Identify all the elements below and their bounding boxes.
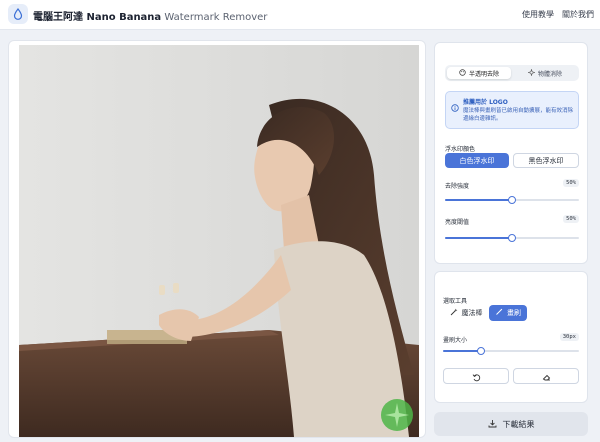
brush-icon [495, 308, 503, 318]
app-title-brand: 電腦王阿達 Nano Banana [33, 12, 162, 23]
brush-size-slider[interactable] [443, 347, 579, 355]
strength-value: 50% [563, 179, 579, 187]
droplet-logo-icon [8, 4, 28, 24]
eraser-button[interactable] [513, 368, 579, 384]
undo-button[interactable] [443, 368, 509, 384]
selection-tools-panel: 選取工具 魔法棒 畫刷 畫刷大小 30px [434, 271, 588, 403]
brightness-slider-thumb[interactable] [508, 234, 516, 242]
info-body: 魔法棒與畫刷皆已啟用自動擴展，能有效消除邊緣白邊雜訊。 [463, 108, 574, 122]
app-title: 電腦王阿達 Nano Banana Watermark Remover [33, 8, 267, 23]
tab-label: 半透明去除 [468, 70, 499, 78]
brightness-threshold-value: 50% [563, 215, 579, 223]
tab-object-remove[interactable]: 物體消除 [513, 67, 577, 79]
brush-size-label: 畫刷大小 [443, 337, 468, 344]
info-title: 推薦用於 LOGO [463, 99, 508, 106]
info-icon [451, 97, 459, 116]
selection-tool-label: 選取工具 [443, 298, 468, 305]
removal-settings-panel: 半透明去除 物體消除 推薦用於 LOGO 魔法棒與畫刷皆已啟用自動擴展，能有效消… [434, 42, 588, 264]
download-icon [488, 419, 497, 430]
white-watermark-button[interactable]: 白色浮水印 [445, 153, 509, 168]
watermark-color-label: 浮水印顏色 [445, 146, 476, 153]
magic-wand-icon [450, 308, 458, 318]
tab-translucent-remove[interactable]: 半透明去除 [447, 67, 511, 79]
info-callout: 推薦用於 LOGO 魔法棒與畫刷皆已啟用自動擴展，能有效消除邊緣白邊雜訊。 [445, 91, 579, 129]
strength-slider-thumb[interactable] [508, 196, 516, 204]
strength-slider[interactable] [445, 196, 579, 204]
download-result-button[interactable]: 下載結果 [434, 412, 588, 436]
nav-tutorial-link[interactable]: 使用教學 [522, 9, 554, 20]
strength-label: 去除強度 [445, 183, 470, 190]
image-canvas[interactable] [8, 40, 426, 438]
app-header: 電腦王阿達 Nano Banana Watermark Remover 使用教學… [0, 0, 600, 30]
uploaded-photo[interactable] [19, 45, 419, 437]
brightness-threshold-slider[interactable] [445, 234, 579, 242]
watermark-logo [381, 399, 413, 431]
brush-button[interactable]: 畫刷 [489, 305, 527, 321]
black-watermark-button[interactable]: 黑色浮水印 [513, 153, 579, 168]
eraser-icon [542, 367, 551, 386]
tab-label: 物體消除 [537, 70, 562, 78]
palette-icon [459, 68, 466, 78]
magic-wand-button[interactable]: 魔法棒 [443, 305, 489, 321]
app-title-product: Watermark Remover [164, 12, 268, 23]
nav-about-link[interactable]: 關於我們 [562, 9, 594, 20]
undo-icon [472, 367, 481, 386]
brightness-threshold-label: 亮度閾值 [445, 219, 470, 226]
brush-size-value: 30px [559, 333, 579, 341]
download-label: 下載結果 [502, 419, 535, 429]
brush-size-slider-thumb[interactable] [477, 347, 486, 355]
mode-switch: 半透明去除 物體消除 [445, 65, 579, 81]
brush-label: 畫刷 [507, 309, 521, 317]
magic-wand-label: 魔法棒 [461, 309, 483, 317]
sparkle-icon [527, 67, 536, 78]
